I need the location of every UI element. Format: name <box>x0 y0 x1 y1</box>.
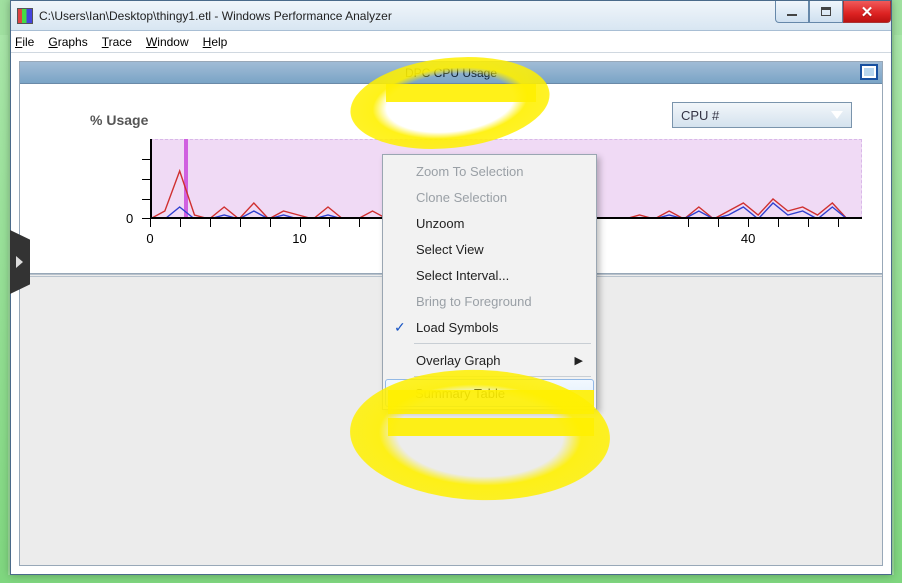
window-title: C:\Users\Ian\Desktop\thingy1.etl - Windo… <box>39 9 392 23</box>
menu-zoom-to-selection[interactable]: Zoom To Selection <box>386 158 593 184</box>
menu-load-symbols[interactable]: ✓Load Symbols <box>386 314 593 340</box>
sidebar-expand-tab[interactable] <box>10 230 30 294</box>
menu-summary-table[interactable]: Summary Table <box>385 379 594 407</box>
menu-help[interactable]: Help <box>203 35 228 49</box>
menubar: File Graphs Trace Window Help <box>11 31 891 53</box>
close-button[interactable]: ✕ <box>843 1 891 23</box>
menu-window[interactable]: Window <box>146 35 189 49</box>
graph-header[interactable]: DPC CPU Usage <box>20 62 882 84</box>
chevron-down-icon <box>831 111 843 119</box>
maximize-button[interactable] <box>809 1 843 23</box>
menu-overlay-graph[interactable]: Overlay Graph▶ <box>386 347 593 373</box>
menu-separator <box>414 376 591 377</box>
menu-select-interval[interactable]: Select Interval... <box>386 262 593 288</box>
menu-bring-to-foreground[interactable]: Bring to Foreground <box>386 288 593 314</box>
minimize-button[interactable] <box>775 1 809 23</box>
x-tick-label: 0 <box>146 231 153 246</box>
menu-select-view[interactable]: Select View <box>386 236 593 262</box>
x-tick-label: 40 <box>741 231 755 246</box>
y-tick <box>142 199 150 200</box>
menu-graphs[interactable]: Graphs <box>48 35 87 49</box>
context-menu: Zoom To Selection Clone Selection Unzoom… <box>382 154 597 410</box>
submenu-arrow-icon: ▶ <box>575 354 583 367</box>
restore-graph-icon[interactable] <box>860 64 878 80</box>
y-tick <box>142 218 150 219</box>
cpu-dropdown-label: CPU # <box>681 108 719 123</box>
cpu-dropdown[interactable]: CPU # <box>672 102 852 128</box>
titlebar[interactable]: C:\Users\Ian\Desktop\thingy1.etl - Windo… <box>11 1 891 31</box>
y-tick-label: 0 <box>126 211 133 226</box>
menu-file[interactable]: File <box>15 35 34 49</box>
check-icon: ✓ <box>394 319 406 336</box>
y-tick <box>142 159 150 160</box>
menu-unzoom[interactable]: Unzoom <box>386 210 593 236</box>
menu-separator <box>414 343 591 344</box>
y-tick <box>142 179 150 180</box>
x-tick-label: 10 <box>292 231 306 246</box>
graph-title-text: DPC CPU Usage <box>405 66 497 80</box>
app-icon <box>17 8 33 24</box>
menu-clone-selection[interactable]: Clone Selection <box>386 184 593 210</box>
menu-trace[interactable]: Trace <box>102 35 132 49</box>
y-axis-label: % Usage <box>90 112 148 128</box>
